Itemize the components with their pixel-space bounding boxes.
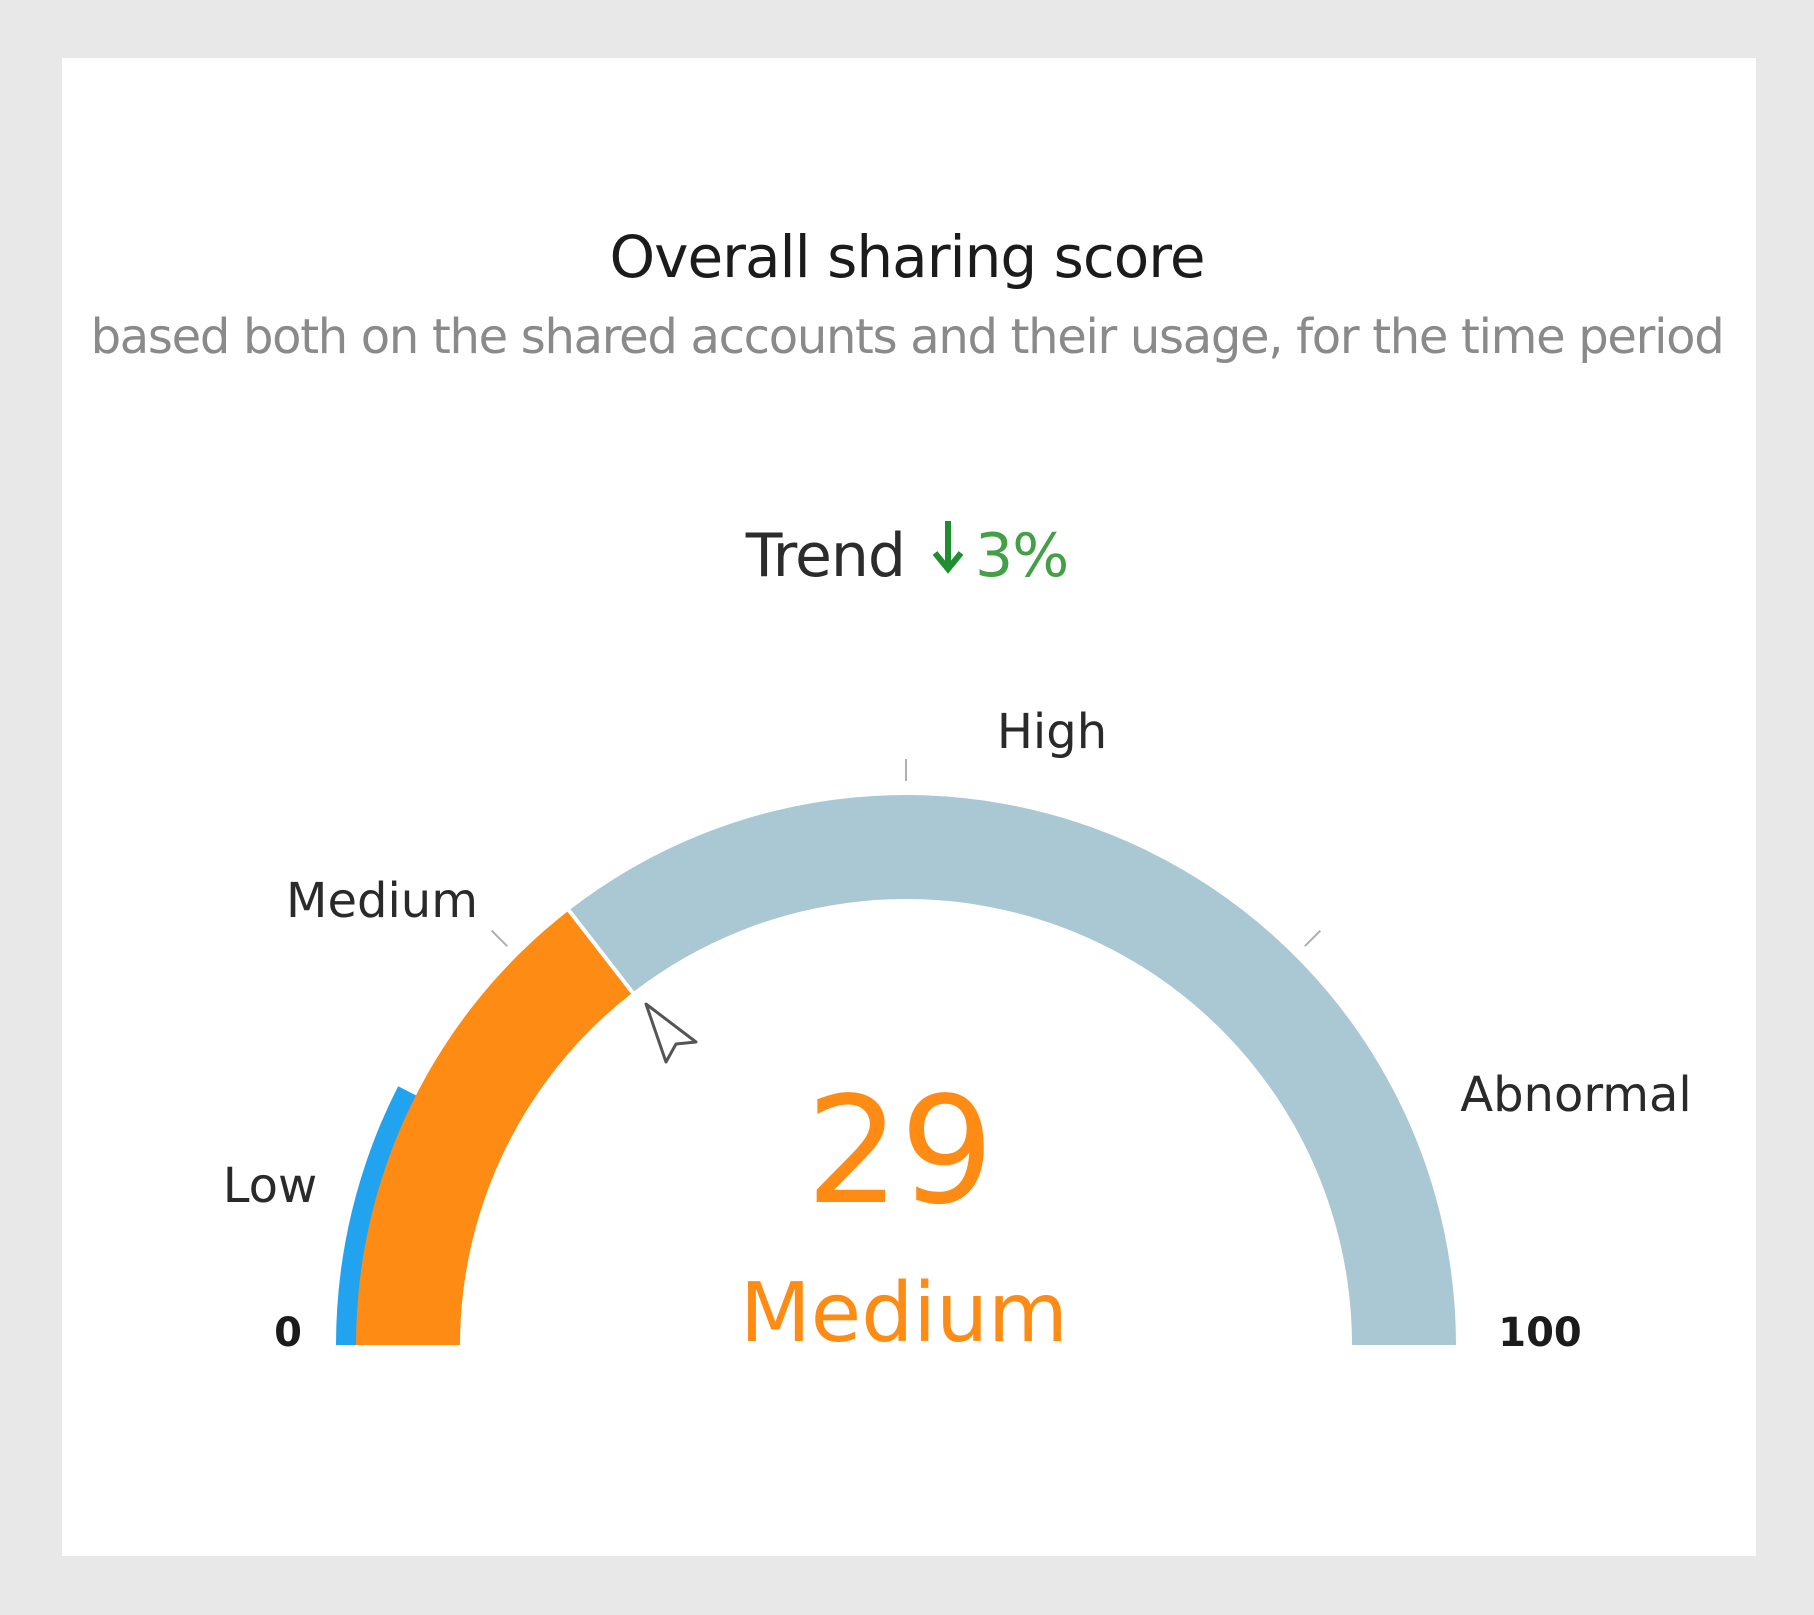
gauge-band-tick-3 — [1304, 929, 1322, 947]
gauge-remaining-arc — [568, 795, 1456, 1345]
gauge-band-tick-1 — [490, 929, 508, 947]
gauge-level-label: Medium — [740, 1266, 1068, 1361]
gauge-min-label: 0 — [274, 1310, 302, 1356]
gauge-chart: Low Medium High Abnormal 0 100 29 Medium — [223, 704, 1692, 1361]
band-label-medium: Medium — [286, 873, 478, 929]
band-label-low: Low — [223, 1158, 318, 1214]
band-label-high: High — [997, 704, 1107, 760]
mouse-pointer-icon — [644, 1002, 698, 1064]
band-label-abnormal: Abnormal — [1460, 1067, 1692, 1123]
gauge-max-label: 100 — [1498, 1310, 1582, 1356]
gauge-value: 29 — [806, 1065, 994, 1237]
